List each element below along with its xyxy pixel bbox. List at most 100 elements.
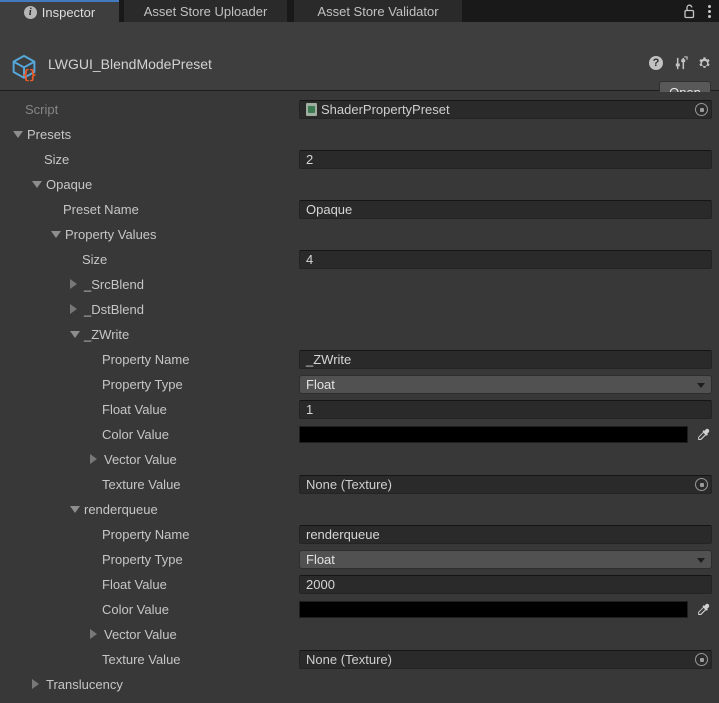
- eyedropper-icon[interactable]: [694, 426, 711, 443]
- row-renderqueue: renderqueue: [0, 497, 719, 522]
- tab-label: Asset Store Validator: [317, 4, 438, 19]
- label-size: Size: [82, 247, 107, 272]
- input-float-value[interactable]: 2000: [299, 575, 712, 594]
- input-property-name[interactable]: renderqueue: [299, 525, 712, 544]
- object-picker-icon[interactable]: [695, 653, 708, 666]
- header-toolbar: ?: [648, 55, 712, 71]
- foldout-closed-icon[interactable]: [90, 454, 97, 464]
- foldout-translucency[interactable]: Translucency: [46, 672, 123, 697]
- label-float-value: Float Value: [102, 397, 167, 422]
- tab-asset-store-validator[interactable]: Asset Store Validator: [294, 0, 462, 22]
- field-zone: Opaque: [299, 200, 712, 219]
- tab-asset-store-uploader[interactable]: Asset Store Uploader: [124, 0, 287, 22]
- row-float-value: Float Value2000: [0, 572, 719, 597]
- input-size[interactable]: 2: [299, 150, 712, 169]
- row-property-values: Property Values: [0, 222, 719, 247]
- label-size: Size: [44, 147, 69, 172]
- label-color-value: Color Value: [102, 422, 169, 447]
- row-zwrite: _ZWrite: [0, 322, 719, 347]
- foldout-open-icon[interactable]: [70, 506, 80, 513]
- row-dstblend: _DstBlend: [0, 297, 719, 322]
- tab-label: Asset Store Uploader: [144, 4, 268, 19]
- asset-title: LWGUI_BlendModePreset: [48, 56, 212, 72]
- field-zone: 4: [299, 250, 712, 269]
- row-preset-name: Preset NameOpaque: [0, 197, 719, 222]
- foldout-open-icon[interactable]: [51, 231, 61, 238]
- row-presets: Presets: [0, 122, 719, 147]
- field-zone: [299, 425, 712, 444]
- label-property-name: Property Name: [102, 522, 189, 547]
- foldout-opaque[interactable]: Opaque: [46, 172, 92, 197]
- object-field-script[interactable]: ShaderPropertyPreset: [299, 100, 712, 119]
- label-color-value: Color Value: [102, 597, 169, 622]
- foldout-zwrite[interactable]: _ZWrite: [84, 322, 129, 347]
- label-property-type: Property Type: [102, 372, 183, 397]
- eyedropper-icon[interactable]: [694, 601, 711, 618]
- label-property-name: Property Name: [102, 347, 189, 372]
- dropdown-property-type[interactable]: Float: [299, 550, 712, 569]
- object-picker-icon[interactable]: [695, 103, 708, 116]
- foldout-srcblend[interactable]: _SrcBlend: [84, 272, 144, 297]
- script-icon: [306, 103, 317, 116]
- input-float-value[interactable]: 1: [299, 400, 712, 419]
- input-preset-name[interactable]: Opaque: [299, 200, 712, 219]
- foldout-open-icon[interactable]: [70, 331, 80, 338]
- row-property-type: Property TypeFloat: [0, 547, 719, 572]
- field-zone: Float: [299, 550, 712, 569]
- row-vector-value: Vector Value: [0, 622, 719, 647]
- label-texture-value: Texture Value: [102, 647, 181, 672]
- settings-gear-icon[interactable]: [696, 55, 712, 71]
- tab-inspector[interactable]: iInspector: [0, 0, 119, 22]
- tab-bar-controls: [682, 0, 713, 22]
- row-opaque: Opaque: [0, 172, 719, 197]
- foldout-open-icon[interactable]: [13, 131, 23, 138]
- foldout-closed-icon[interactable]: [70, 279, 77, 289]
- label-script: Script: [25, 97, 58, 122]
- scriptable-object-cube-icon: {}: [9, 53, 41, 85]
- row-srcblend: _SrcBlend: [0, 272, 719, 297]
- row-translucency: Translucency: [0, 672, 719, 697]
- row-float-value: Float Value 1: [0, 397, 719, 422]
- field-zone: 2: [299, 150, 712, 169]
- foldout-vector-value[interactable]: Vector Value: [104, 622, 177, 647]
- foldout-closed-icon[interactable]: [70, 304, 77, 314]
- row-texture-value: Texture Value None (Texture): [0, 647, 719, 672]
- row-size: Size 4: [0, 247, 719, 272]
- help-icon[interactable]: ?: [648, 55, 664, 71]
- color-swatch[interactable]: [299, 426, 688, 443]
- object-field-texture-value[interactable]: None (Texture): [299, 650, 712, 669]
- foldout-presets[interactable]: Presets: [27, 122, 71, 147]
- foldout-open-icon[interactable]: [32, 181, 42, 188]
- field-zone: 2000: [299, 575, 712, 594]
- object-picker-icon[interactable]: [695, 478, 708, 491]
- row-size: Size 2: [0, 147, 719, 172]
- row-texture-value: Texture Value None (Texture): [0, 472, 719, 497]
- foldout-property-values[interactable]: Property Values: [65, 222, 157, 247]
- chevron-down-icon: [697, 383, 705, 388]
- info-icon: i: [24, 6, 37, 19]
- input-property-name[interactable]: _ZWrite: [299, 350, 712, 369]
- foldout-vector-value[interactable]: Vector Value: [104, 447, 177, 472]
- dropdown-property-type[interactable]: Float: [299, 375, 712, 394]
- foldout-dstblend[interactable]: _DstBlend: [84, 297, 144, 322]
- foldout-closed-icon[interactable]: [90, 629, 97, 639]
- tab-bar: iInspector Asset Store Uploader Asset Stor…: [0, 0, 719, 22]
- object-field-value: ShaderPropertyPreset: [306, 101, 450, 118]
- row-script: Script ShaderPropertyPreset: [0, 97, 719, 122]
- braces-glyph: {}: [22, 68, 36, 83]
- label-texture-value: Texture Value: [102, 472, 181, 497]
- input-size[interactable]: 4: [299, 250, 712, 269]
- row-color-value: Color Value: [0, 597, 719, 622]
- object-field-value: None (Texture): [306, 476, 392, 493]
- unlock-icon[interactable]: [682, 4, 696, 19]
- object-field-texture-value[interactable]: None (Texture): [299, 475, 712, 494]
- foldout-closed-icon[interactable]: [32, 679, 39, 689]
- row-property-name: Property Name renderqueue: [0, 522, 719, 547]
- field-zone: None (Texture): [299, 475, 712, 494]
- color-swatch[interactable]: [299, 601, 688, 618]
- presets-icon[interactable]: [672, 55, 688, 71]
- inspector-body: ScriptShaderPropertyPresetPresetsSize2Op…: [0, 92, 719, 703]
- row-color-value: Color Value: [0, 422, 719, 447]
- kebab-menu-icon[interactable]: [706, 3, 713, 20]
- foldout-renderqueue[interactable]: renderqueue: [84, 497, 158, 522]
